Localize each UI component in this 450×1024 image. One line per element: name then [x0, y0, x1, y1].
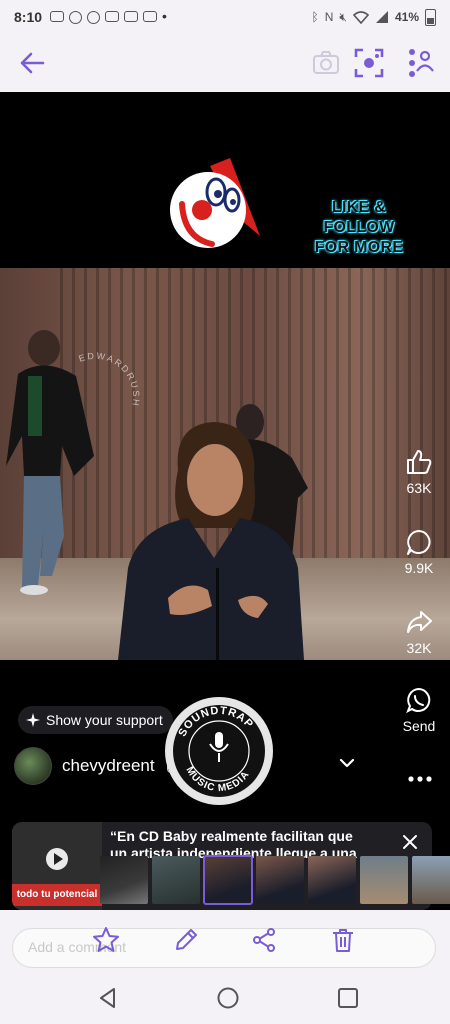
- camera-icon[interactable]: [312, 49, 340, 77]
- like-follow-text: LIKE & FOLLOW FOR MORE: [314, 199, 404, 256]
- user-row[interactable]: chevydreent: [14, 746, 181, 786]
- sparkle-icon: [26, 713, 40, 727]
- message-icon: [50, 10, 65, 22]
- clown-logo: [170, 158, 260, 248]
- whatsapp-icon: [406, 687, 431, 714]
- mute-icon: 🔇︎: [339, 9, 347, 24]
- system-nav-bar: [0, 972, 450, 1024]
- people-icon[interactable]: [404, 47, 434, 79]
- username[interactable]: chevydreent: [62, 756, 155, 776]
- bluetooth-icon: ᛒ: [311, 10, 319, 24]
- scan-icon[interactable]: [353, 47, 385, 79]
- video-top-banner: LIKE & FOLLOW FOR MORE: [0, 92, 450, 268]
- pencil-icon[interactable]: [172, 926, 200, 954]
- show-support-button[interactable]: Show your support: [18, 706, 173, 734]
- nav-home-icon[interactable]: [216, 986, 240, 1010]
- video-player[interactable]: LIKE & FOLLOW FOR MORE EDWARDRUSH: [0, 92, 450, 660]
- battery-icon: [425, 8, 436, 26]
- status-bar: 8:10 • ᛒ N 🔇︎ 41%: [0, 0, 450, 34]
- video-filmstrip[interactable]: [100, 855, 450, 906]
- top-bar: [0, 34, 450, 92]
- notification-icons: •: [50, 9, 167, 24]
- share-icon: [407, 611, 432, 633]
- signal-icon: [375, 11, 388, 23]
- frame-thumbnail[interactable]: [152, 856, 200, 904]
- trash-icon[interactable]: [329, 926, 357, 954]
- whatsapp-status-icon: [87, 10, 101, 24]
- send-button[interactable]: Send: [396, 686, 442, 734]
- avatar[interactable]: [14, 747, 52, 785]
- close-icon[interactable]: [402, 834, 418, 850]
- chevron-down-icon[interactable]: [338, 756, 356, 770]
- like-icon: [407, 450, 432, 474]
- video-scene: EDWARDRUSH: [0, 268, 450, 660]
- status-time: 8:10: [14, 9, 43, 25]
- frame-thumbnail[interactable]: [360, 856, 408, 904]
- messenger-icon: [69, 10, 83, 24]
- battery-text: 41%: [394, 10, 419, 24]
- support-label: Show your support: [46, 712, 163, 728]
- ad-thumbnail[interactable]: todo tu potencial: [12, 822, 102, 910]
- like-button[interactable]: 63K: [396, 448, 442, 496]
- nav-recents-icon[interactable]: [336, 986, 360, 1010]
- watermark-text: EDWARDRUSH: [77, 352, 140, 408]
- frame-thumbnail[interactable]: [308, 856, 356, 904]
- frame-thumbnail[interactable]: [100, 856, 148, 904]
- ad-thumb-caption: todo tu potencial: [12, 884, 102, 906]
- speaker-person: [118, 422, 304, 660]
- send-label: Send: [402, 718, 436, 734]
- youtube-icon-2: [143, 10, 158, 22]
- comment-bar: Add a comment: [0, 910, 450, 972]
- star-icon[interactable]: [92, 926, 120, 954]
- nav-back-icon[interactable]: [96, 986, 120, 1010]
- nfc-icon: N: [324, 10, 334, 24]
- frame-thumbnail[interactable]: [412, 856, 450, 904]
- frame-thumbnail[interactable]: [256, 856, 304, 904]
- wifi-icon: [352, 11, 369, 24]
- youtube-icon: [124, 10, 139, 22]
- back-arrow-icon[interactable]: [18, 49, 46, 77]
- tiktok-icon: [105, 10, 120, 22]
- frame-thumbnail-selected[interactable]: [203, 855, 253, 905]
- comment-button[interactable]: 9.9K: [396, 528, 442, 576]
- comment-count: 9.9K: [404, 560, 434, 576]
- play-icon: [46, 848, 68, 870]
- more-options-icon[interactable]: [408, 774, 432, 784]
- soundtrap-logo: SOUNDTRAP MUSIC MEDIA: [165, 697, 273, 805]
- share-button[interactable]: 32K: [396, 608, 442, 656]
- svg-text:EDWARDRUSH: EDWARDRUSH: [77, 352, 140, 408]
- share-count: 32K: [406, 640, 432, 656]
- comment-icon: [407, 530, 431, 555]
- share-nodes-icon[interactable]: [250, 926, 278, 954]
- like-count: 63K: [406, 480, 432, 496]
